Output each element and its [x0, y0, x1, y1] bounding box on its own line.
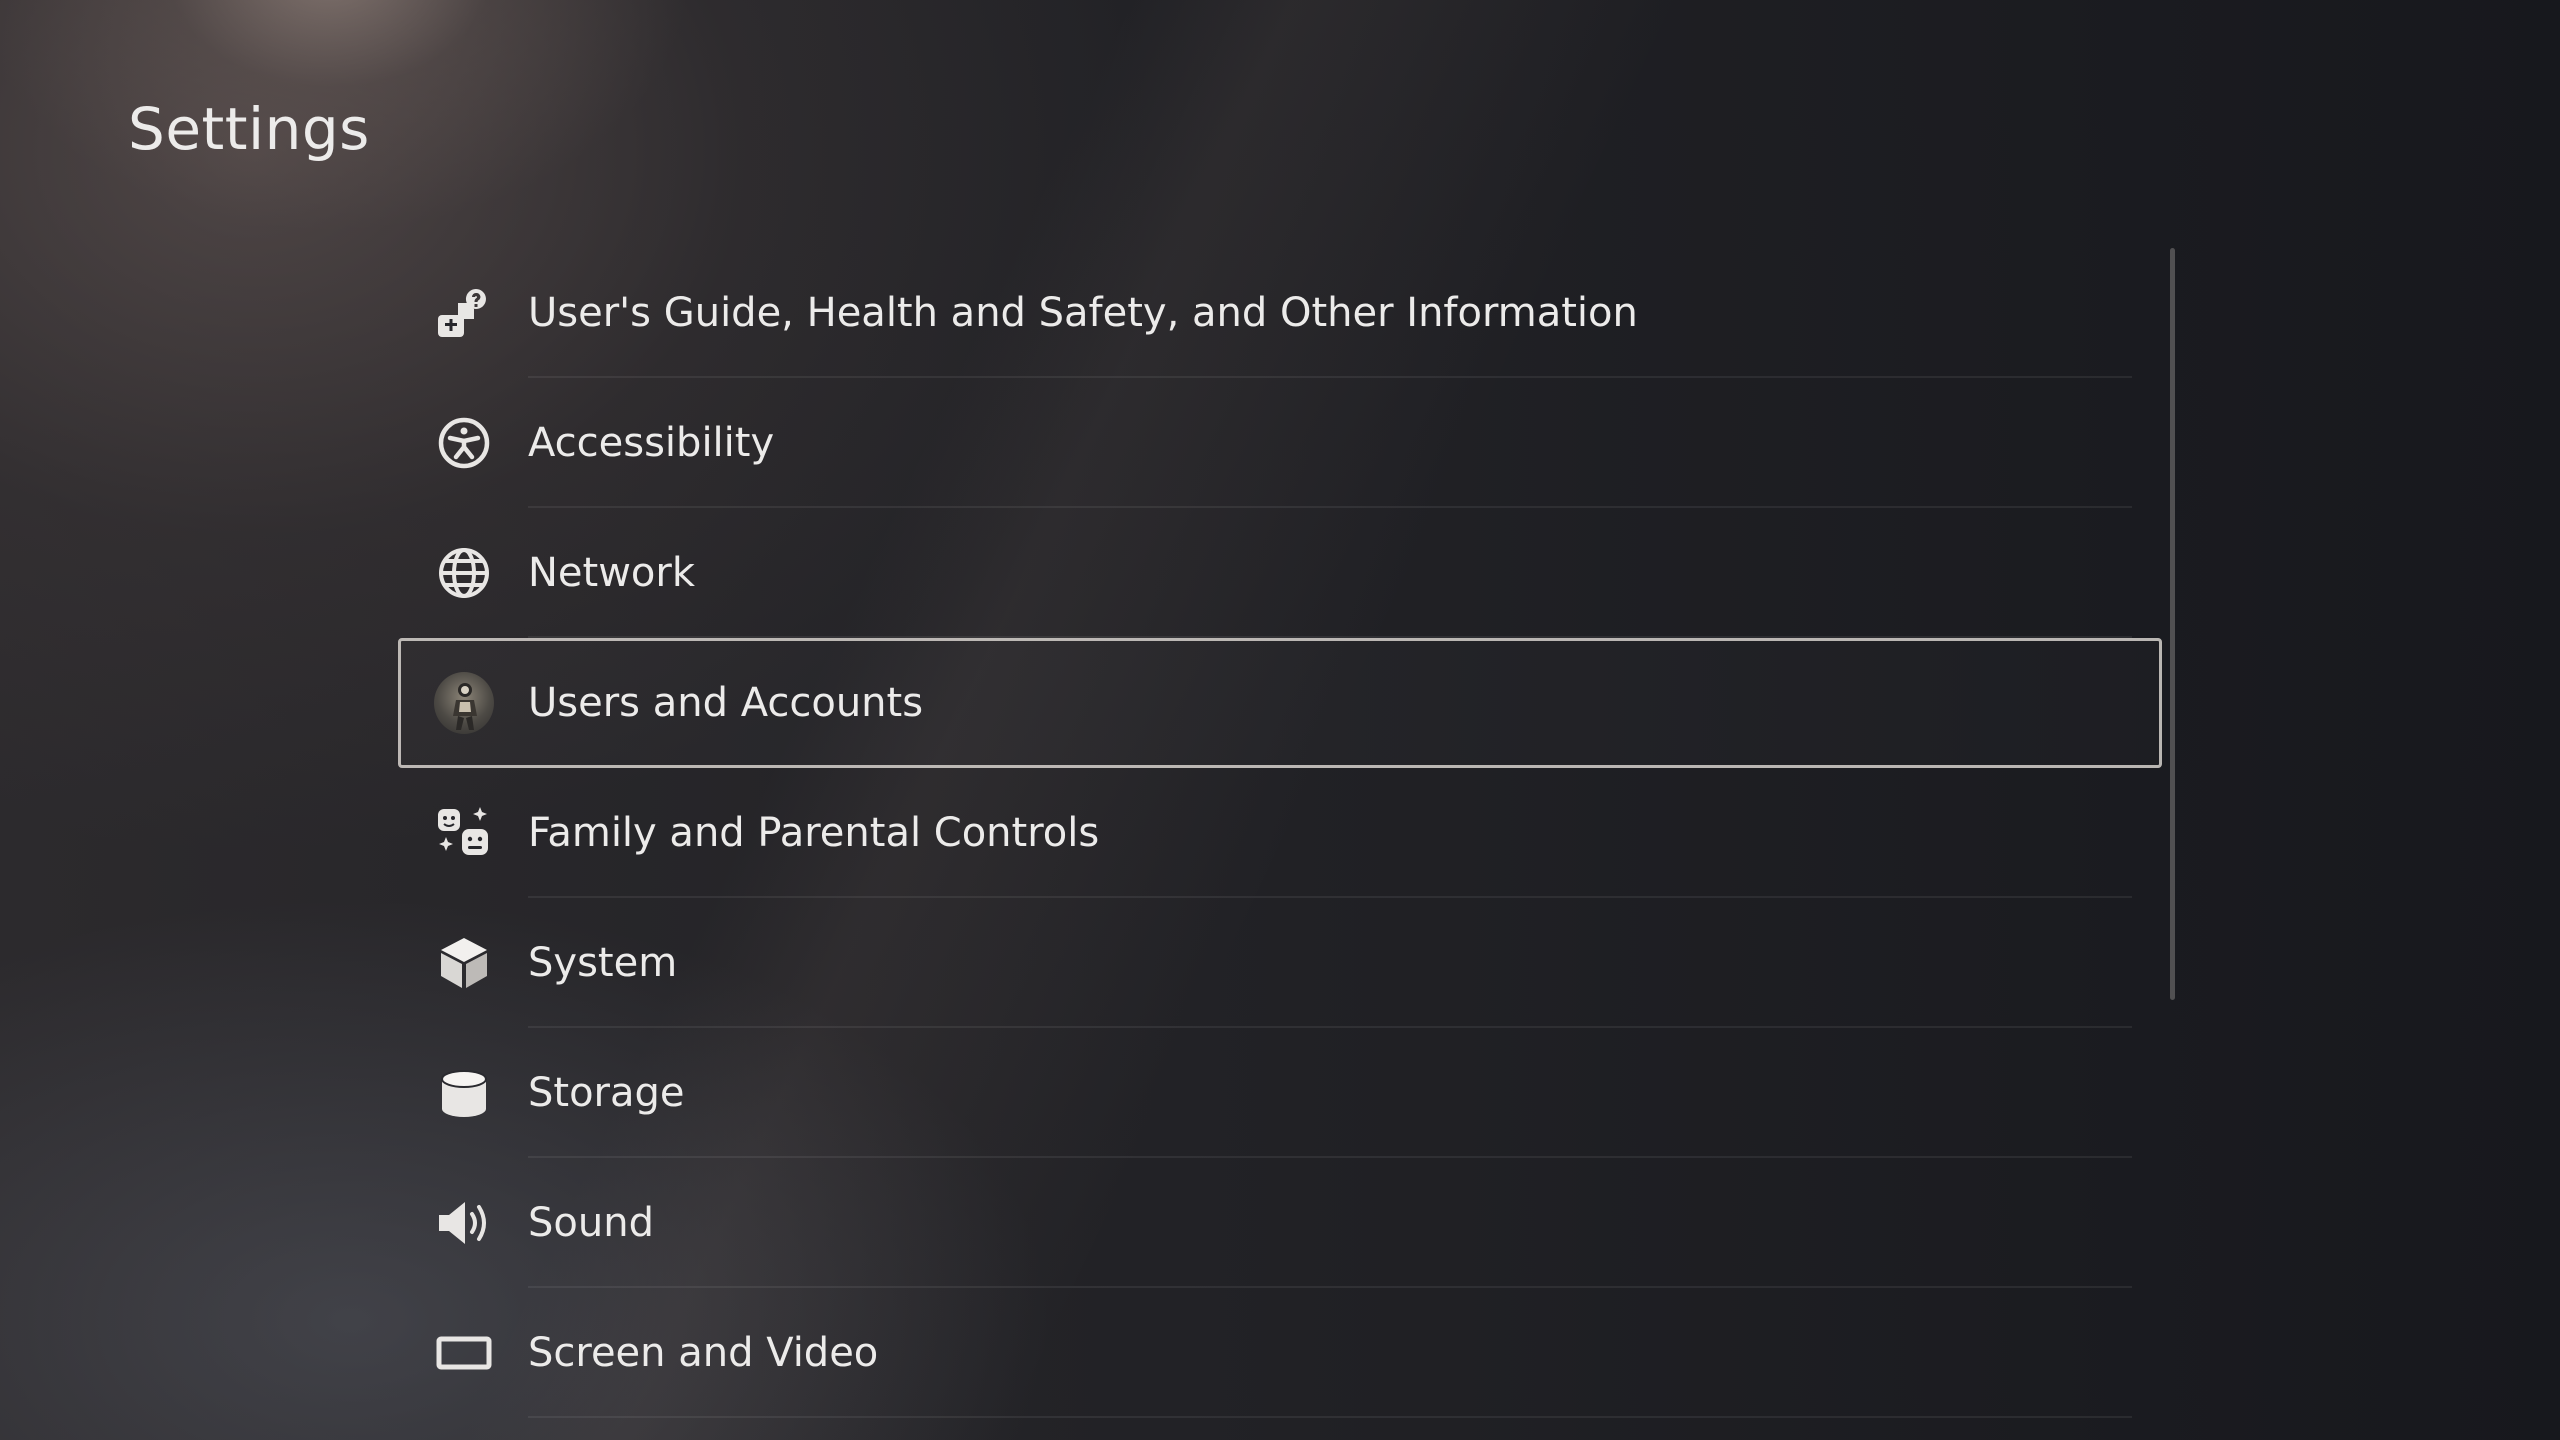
settings-item-system[interactable]: System	[398, 898, 2162, 1028]
settings-item-accessibility[interactable]: Accessibility	[398, 378, 2162, 508]
settings-item-label: Sound	[528, 1200, 654, 1246]
globe-icon	[434, 543, 494, 603]
settings-item-storage[interactable]: Storage	[398, 1028, 2162, 1158]
settings-item-label: Network	[528, 550, 696, 596]
page-title: Settings	[128, 95, 370, 163]
settings-list: User's Guide, Health and Safety, and Oth…	[398, 248, 2162, 1418]
settings-item-sound[interactable]: Sound	[398, 1158, 2162, 1288]
settings-item-label: Screen and Video	[528, 1330, 879, 1376]
avatar	[434, 672, 494, 734]
family-icon	[434, 803, 494, 863]
settings-item-screen-video[interactable]: Screen and Video	[398, 1288, 2162, 1418]
settings-item-network[interactable]: Network	[398, 508, 2162, 638]
settings-item-label: Users and Accounts	[528, 680, 924, 726]
settings-item-label: Accessibility	[528, 420, 775, 466]
cube-icon	[434, 933, 494, 993]
screen-icon	[434, 1323, 494, 1383]
settings-item-label: Storage	[528, 1070, 685, 1116]
settings-item-label: System	[528, 940, 678, 986]
accessibility-icon	[434, 413, 494, 473]
user-avatar	[434, 672, 494, 734]
scrollbar[interactable]	[2170, 248, 2175, 1000]
settings-item-label: Family and Parental Controls	[528, 810, 1100, 856]
settings-item-users-guide[interactable]: User's Guide, Health and Safety, and Oth…	[398, 248, 2162, 378]
settings-item-family[interactable]: Family and Parental Controls	[398, 768, 2162, 898]
settings-item-users-accounts[interactable]: Users and Accounts	[398, 638, 2162, 768]
speaker-icon	[434, 1193, 494, 1253]
storage-icon	[434, 1063, 494, 1123]
guide-icon	[434, 283, 494, 343]
settings-item-label: User's Guide, Health and Safety, and Oth…	[528, 290, 1638, 336]
